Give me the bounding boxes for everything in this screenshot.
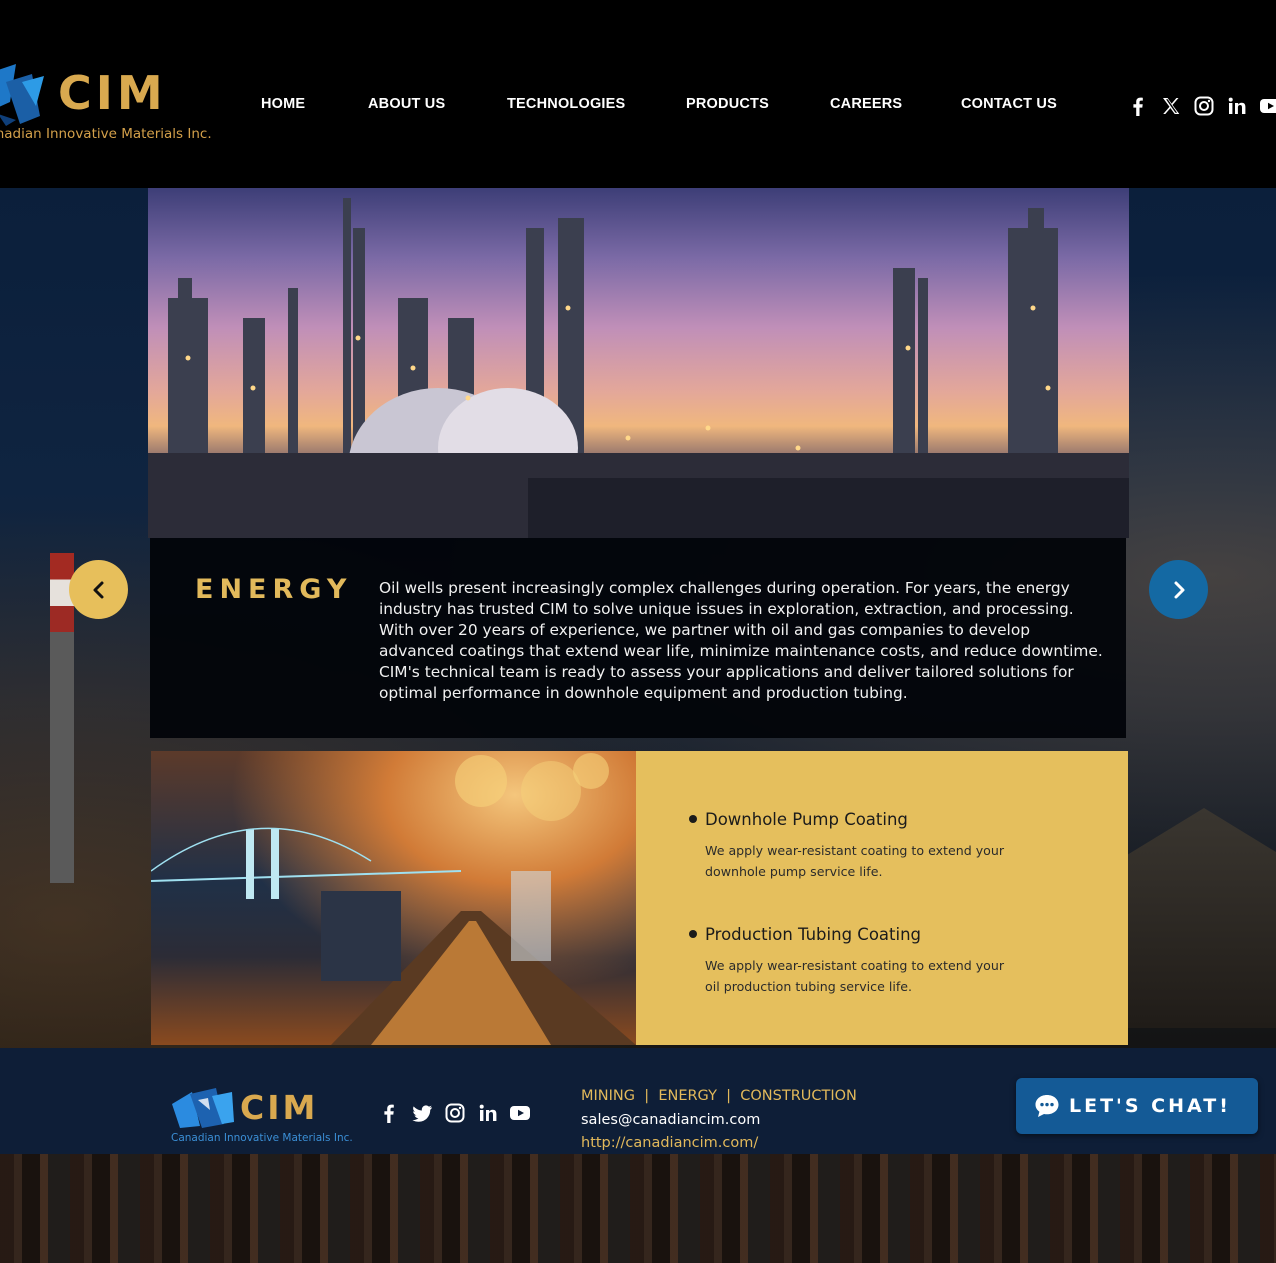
energy-heading: ENERGY [195, 574, 353, 605]
twitter-icon[interactable] [411, 1102, 433, 1124]
footer-logo-tagline: Canadian Innovative Materials Inc. [171, 1132, 353, 1144]
slider-next-button[interactable] [1149, 560, 1208, 619]
energy-info-panel: ENERGY Oil wells present increasingly co… [150, 538, 1126, 738]
chevron-left-icon [93, 581, 103, 598]
bullet-icon [689, 814, 697, 823]
instagram-icon[interactable] [1193, 95, 1215, 117]
bridge-silhouette [151, 753, 636, 1045]
footer-email-link[interactable]: sales@canadiancim.com [581, 1109, 857, 1133]
product-title[interactable]: Downhole Pump Coating [689, 810, 1015, 829]
background-chimney [50, 553, 74, 883]
cim-logo[interactable]: CIM Canadian Innovative Materials Inc. [0, 60, 212, 150]
footer-sectors: MINING | ENERGY | CONSTRUCTION [581, 1088, 857, 1104]
logo-tagline: Canadian Innovative Materials Inc. [0, 126, 212, 142]
footer-cim-logo[interactable]: CIM Canadian Innovative Materials Inc. [168, 1086, 353, 1146]
nav-technologies[interactable]: TECHNOLOGIES [507, 96, 625, 112]
product-item: Production Tubing Coating We apply wear-… [689, 925, 1015, 997]
youtube-icon[interactable] [509, 1102, 531, 1124]
nav-about-us[interactable]: ABOUT US [368, 96, 445, 112]
footer-website-link[interactable]: http://canadiancim.com/ [581, 1132, 857, 1156]
bottom-background-strip [0, 1154, 1276, 1263]
lets-chat-button[interactable]: LET'S CHAT! [1016, 1078, 1258, 1134]
chevron-right-icon [1174, 581, 1184, 598]
product-title[interactable]: Production Tubing Coating [689, 925, 1015, 944]
nav-home[interactable]: HOME [261, 96, 305, 112]
refinery-silhouette [148, 198, 1129, 538]
youtube-icon[interactable] [1259, 95, 1276, 117]
linkedin-icon[interactable] [477, 1102, 499, 1124]
nav-careers[interactable]: CAREERS [830, 96, 902, 112]
facebook-icon[interactable] [1127, 95, 1149, 117]
products-panel: Downhole Pump Coating We apply wear-resi… [636, 751, 1128, 1045]
product-title-text: Downhole Pump Coating [705, 810, 908, 829]
x-icon[interactable] [1160, 95, 1182, 117]
cim-logo-mark-icon [172, 1088, 234, 1128]
instagram-icon[interactable] [444, 1102, 466, 1124]
slider-prev-button[interactable] [69, 560, 128, 619]
bridge-night-image [151, 751, 636, 1045]
nav-contact-us[interactable]: CONTACT US [961, 96, 1057, 112]
chat-bubble-icon [1035, 1095, 1059, 1117]
nav-products[interactable]: PRODUCTS [686, 96, 769, 112]
product-description: We apply wear-resistant coating to exten… [705, 843, 1005, 879]
footer-contact-info: MINING | ENERGY | CONSTRUCTION sales@can… [581, 1085, 857, 1156]
footer-logo-word: CIM [240, 1088, 319, 1127]
site-header: CIM Canadian Innovative Materials Inc. H… [0, 0, 1276, 188]
bullet-icon [689, 929, 697, 938]
linkedin-icon[interactable] [1226, 95, 1248, 117]
cim-logo-mark-icon [0, 64, 44, 126]
energy-description: Oil wells present increasingly complex c… [379, 579, 1103, 702]
product-item: Downhole Pump Coating We apply wear-resi… [689, 810, 1015, 882]
refinery-image [148, 188, 1129, 538]
chat-button-label: LET'S CHAT! [1069, 1095, 1231, 1117]
logo-word: CIM [58, 66, 167, 120]
product-description: We apply wear-resistant coating to exten… [705, 958, 1005, 994]
product-title-text: Production Tubing Coating [705, 925, 922, 944]
facebook-icon[interactable] [378, 1102, 400, 1124]
